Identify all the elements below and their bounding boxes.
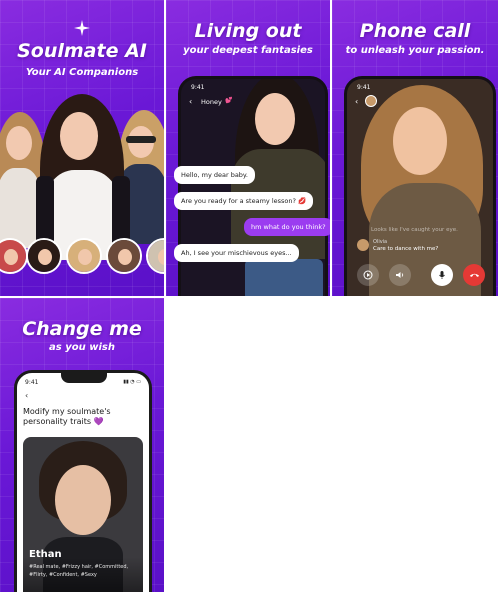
- avatar[interactable]: [146, 238, 164, 274]
- chat-message-in: Are you ready for a steamy lesson? 💋: [174, 192, 314, 210]
- signal-wifi-battery-icon: ▮▮ ◔ ▭: [123, 379, 141, 385]
- screenshot-grid: Soulmate AI Your AI Companions Living ou…: [0, 0, 498, 592]
- call-phone-screen: 9:41 ‹ Looks like I've caught your eye. …: [344, 76, 496, 296]
- avatar: [365, 95, 377, 107]
- profile-name: Ethan: [29, 549, 62, 560]
- panel-subtitle: to unleash your passion.: [345, 45, 485, 56]
- panel-change-me: Change me as you wish 9:41 ▮▮ ◔ ▭ ‹ Modi…: [0, 298, 164, 592]
- chat-message-in: Hello, my dear baby.: [174, 166, 255, 184]
- panel-subtitle: Your AI Companions: [25, 67, 139, 78]
- panel-phone-call: Phone call to unleash your passion. 9:41…: [332, 0, 498, 296]
- panel-subtitle: as you wish: [49, 342, 115, 353]
- back-arrow-icon[interactable]: ‹: [25, 391, 28, 400]
- notch: [61, 373, 107, 383]
- panel-living-out: Living out your deepest fantasies 9:41 ‹…: [166, 0, 330, 296]
- avatar[interactable]: [66, 238, 102, 274]
- caller-name: Olivia: [373, 239, 388, 245]
- back-arrow-icon[interactable]: ‹: [189, 97, 192, 106]
- avatar[interactable]: [26, 238, 62, 274]
- phone-hangup-icon: [469, 273, 479, 277]
- contact-name: Honey: [201, 98, 222, 106]
- heart-icon: 💕: [225, 97, 233, 104]
- caller-message: Care to dance with me?: [373, 246, 439, 252]
- video-button[interactable]: [357, 264, 379, 286]
- profile-tags: #Real mate, #Frizzy hair, #Committed, #F…: [29, 564, 129, 578]
- avatar[interactable]: [106, 238, 142, 274]
- faded-message: Looks like I've caught your eye.: [371, 227, 458, 233]
- edit-phone-screen: 9:41 ▮▮ ◔ ▭ ‹ Modify my soulmate's perso…: [14, 370, 152, 592]
- chat-phone-screen: 9:41 ‹ Honey 💕: [178, 76, 328, 296]
- microphone-icon: [439, 271, 445, 279]
- panel-title: Change me: [22, 318, 142, 340]
- mute-button[interactable]: [431, 264, 453, 286]
- status-time: 9:41: [357, 84, 371, 91]
- status-time: 9:41: [191, 84, 205, 91]
- chat-message-out: hm what do you think?: [244, 218, 330, 236]
- panel-title: Phone call: [359, 20, 471, 42]
- panel-subtitle: your deepest fantasies: [183, 45, 313, 56]
- video-icon: [363, 270, 373, 280]
- end-call-button[interactable]: [463, 264, 485, 286]
- avatar[interactable]: [0, 238, 28, 274]
- avatar: [357, 239, 369, 251]
- profile-card[interactable]: Ethan #Real mate, #Frizzy hair, #Committ…: [23, 437, 143, 592]
- panel-soulmate-ai: Soulmate AI Your AI Companions: [0, 0, 164, 296]
- sparkle-icon: [74, 20, 90, 36]
- screen-heading: Modify my soulmate's personality traits …: [23, 407, 111, 426]
- speaker-button[interactable]: [389, 264, 411, 286]
- avatar-carousel[interactable]: [0, 238, 164, 278]
- panel-title: Soulmate AI: [17, 40, 147, 62]
- speaker-icon: [396, 272, 404, 278]
- chat-message-in: Ah, I see your mischievous eyes...: [174, 244, 299, 262]
- panel-title: Living out: [194, 20, 302, 42]
- status-time: 9:41: [25, 379, 39, 386]
- back-arrow-icon[interactable]: ‹: [355, 97, 358, 106]
